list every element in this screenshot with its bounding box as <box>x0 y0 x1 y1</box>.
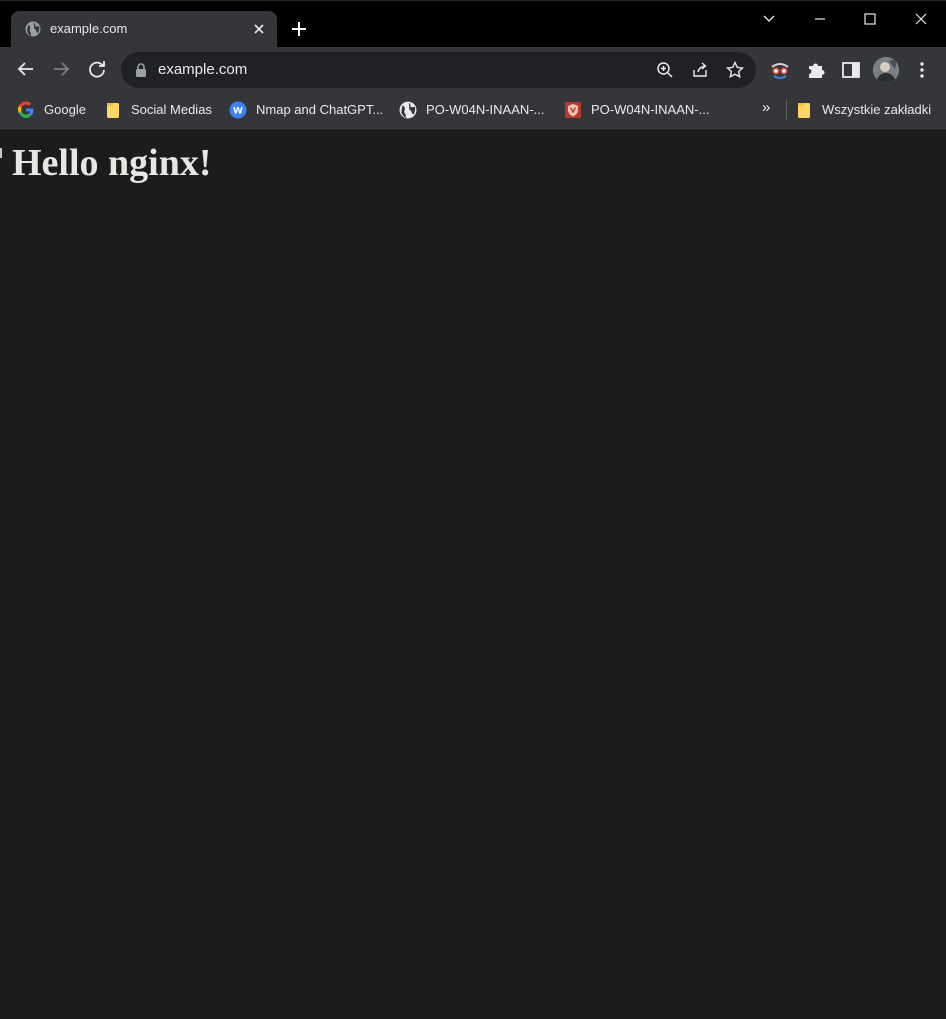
side-panel-icon[interactable] <box>840 59 862 81</box>
extension-spy-icon[interactable] <box>769 59 791 81</box>
minimize-icon[interactable] <box>810 9 830 29</box>
close-tab-icon[interactable] <box>251 21 267 37</box>
page-content: Hello nginx! <box>0 130 946 1019</box>
globe-icon <box>25 21 41 37</box>
forward-arrow-icon[interactable] <box>50 58 72 80</box>
all-bookmarks-label: Wszystkie zakładki <box>822 102 932 117</box>
folder-icon <box>798 103 810 118</box>
tab-search-icon[interactable] <box>759 9 779 29</box>
share-icon[interactable] <box>690 60 710 80</box>
bookmarks-bar: Google Social Medias W Nmap and ChatGPT.… <box>0 92 946 130</box>
address-bar[interactable]: example.com <box>121 52 756 88</box>
lock-icon[interactable] <box>135 63 147 77</box>
bookmark-label: PO-W04N-INAAN-... <box>591 102 710 117</box>
tab-active[interactable]: example.com <box>11 11 277 48</box>
tab-title: example.com <box>50 21 128 36</box>
browser-toolbar: example.com <box>0 47 946 92</box>
text-cursor-mark <box>0 148 2 158</box>
title-bar: example.com <box>0 0 946 48</box>
bookmark-label: Nmap and ChatGPT... <box>256 102 384 117</box>
extensions-puzzle-icon[interactable] <box>805 59 827 81</box>
new-tab-icon[interactable] <box>289 19 309 39</box>
profile-avatar[interactable] <box>873 57 899 83</box>
globe-icon <box>399 101 417 119</box>
reload-icon[interactable] <box>86 58 108 80</box>
shield-icon <box>565 102 581 118</box>
bookmarks-separator <box>786 100 787 120</box>
zoom-icon[interactable] <box>655 60 675 80</box>
bookmark-label: Social Medias <box>131 102 212 117</box>
maximize-icon[interactable] <box>860 9 880 29</box>
bookmark-label: PO-W04N-INAAN-... <box>426 102 545 117</box>
close-window-icon[interactable] <box>911 9 931 29</box>
bookmarks-overflow-button[interactable]: » <box>762 99 770 116</box>
google-icon <box>18 101 34 118</box>
page-heading: Hello nginx! <box>12 142 212 184</box>
avatar-image <box>873 57 899 83</box>
back-arrow-icon[interactable] <box>15 58 37 80</box>
folder-icon <box>107 103 119 118</box>
bookmark-label: Google <box>44 102 86 117</box>
bookmark-star-icon[interactable] <box>725 60 745 80</box>
menu-kebab-icon[interactable] <box>911 59 933 81</box>
url-text[interactable]: example.com <box>158 61 247 79</box>
svg-text:W: W <box>233 107 243 117</box>
w-app-icon: W <box>229 101 247 119</box>
